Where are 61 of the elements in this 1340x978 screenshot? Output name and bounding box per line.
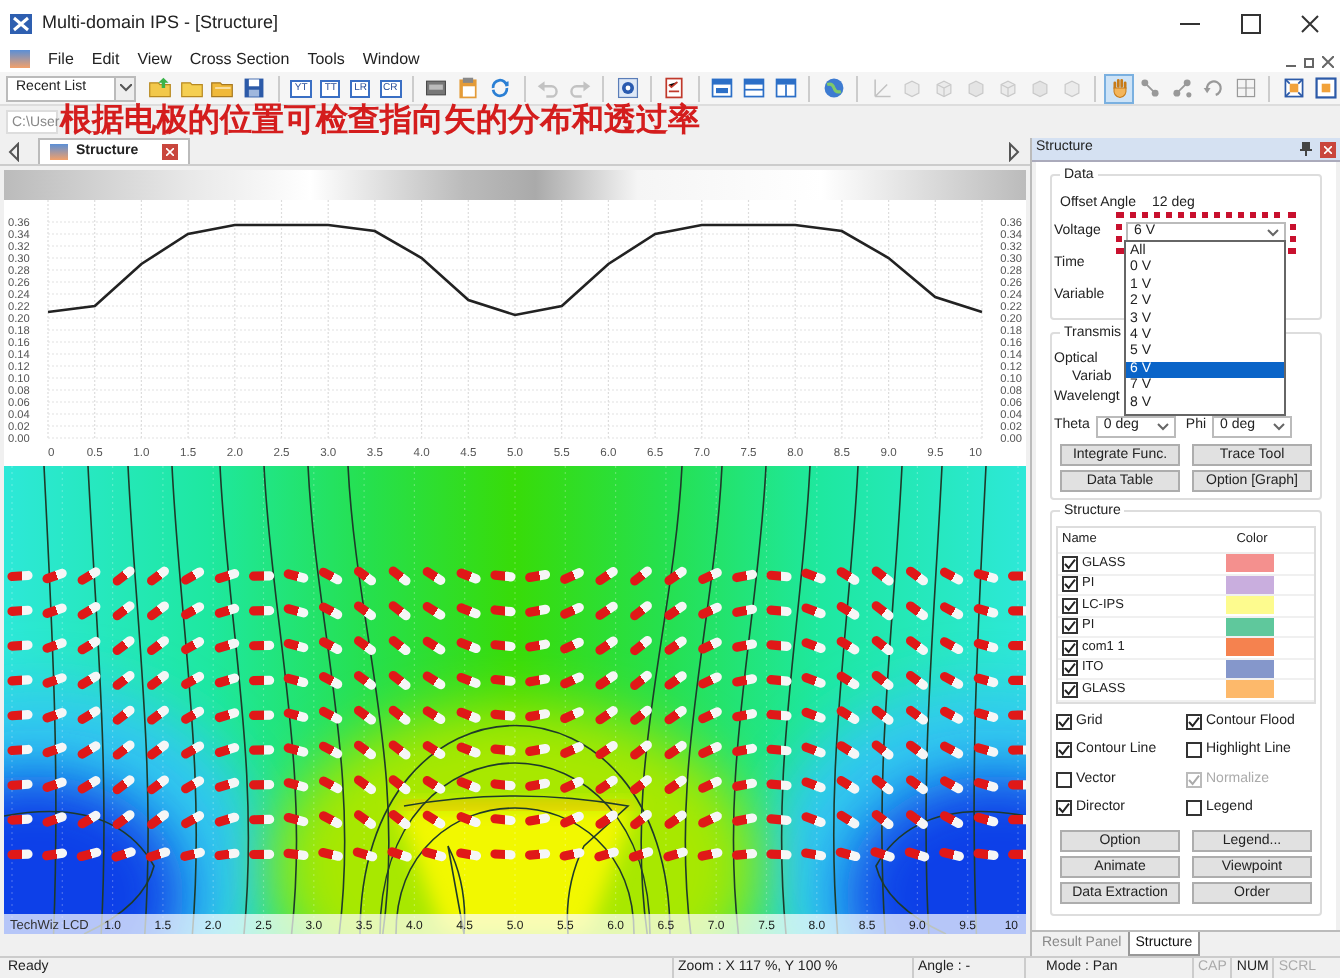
checkbox[interactable]: [1186, 800, 1202, 817]
close-icon[interactable]: [1320, 141, 1336, 157]
toolbar-button[interactable]: [739, 73, 770, 103]
close-icon: [1298, 11, 1322, 35]
checkbox[interactable]: [1062, 660, 1078, 677]
checkbox[interactable]: [1062, 681, 1078, 698]
close-icon[interactable]: [162, 144, 179, 160]
cube-icon: [996, 76, 1021, 100]
left-arrow-icon[interactable]: [6, 141, 22, 161]
checkbox[interactable]: [1186, 713, 1202, 730]
menu-item[interactable]: Tools: [307, 47, 345, 71]
menu-item[interactable]: File: [48, 47, 74, 71]
undo-icon: [535, 76, 560, 100]
checkbox[interactable]: [1056, 713, 1072, 730]
toolbar-button[interactable]: [707, 73, 738, 103]
rotate-icon: [1202, 76, 1227, 100]
annotation-text: 根据电极的位置可检查指向矢的分布和透过率: [60, 106, 700, 138]
cube-icon: [900, 76, 925, 100]
menu-item[interactable]: Cross Section: [189, 47, 290, 71]
window-title: Multi-domain IPS - [Structure]: [42, 9, 279, 36]
nodes-icon: [1138, 76, 1163, 100]
close-icon[interactable]: [1322, 56, 1334, 68]
folder-icon: [179, 76, 204, 100]
checkbox[interactable]: [1062, 597, 1078, 614]
checkbox[interactable]: [1062, 618, 1078, 635]
toolbar-button[interactable]: [612, 73, 643, 103]
checkbox[interactable]: [1062, 576, 1078, 593]
caret-icon: [114, 77, 135, 99]
right-arrow-icon[interactable]: [1006, 142, 1022, 162]
checkbox[interactable]: [1056, 742, 1072, 759]
nodes-icon: [1170, 76, 1195, 100]
checkbox[interactable]: [1056, 771, 1072, 788]
cube-icon: [1059, 76, 1084, 100]
caret-icon: [1266, 228, 1280, 238]
refresh-icon: [488, 76, 513, 100]
menu-item[interactable]: View: [137, 47, 172, 71]
app-icon: [10, 13, 32, 33]
document-icon: [10, 50, 30, 68]
maximize-icon: [1238, 11, 1262, 35]
toolbar-button[interactable]: [1310, 73, 1340, 103]
cube-icon: [1027, 76, 1052, 100]
toolbar-button[interactable]: [771, 73, 801, 103]
restore-icon[interactable]: [1304, 56, 1316, 68]
globe-icon: [821, 76, 846, 100]
open-folder-icon: [147, 76, 172, 100]
pin-icon[interactable]: [1300, 142, 1312, 156]
cube-icon: [932, 76, 957, 100]
redo-icon: [567, 76, 592, 100]
checkbox[interactable]: [1186, 742, 1202, 759]
document-icon: [50, 144, 68, 160]
axes-icon: [869, 76, 894, 100]
menu-item[interactable]: Edit: [91, 47, 120, 71]
hand-icon: [1107, 76, 1132, 100]
checkbox[interactable]: [1062, 639, 1078, 656]
cube-icon: [964, 76, 989, 100]
caret-icon: [1272, 421, 1287, 431]
checkbox[interactable]: [1062, 555, 1078, 572]
caret-icon: [1155, 421, 1170, 431]
checkbox[interactable]: [1056, 800, 1072, 817]
device-icon: [424, 76, 449, 100]
menu-item[interactable]: Window: [362, 47, 420, 71]
